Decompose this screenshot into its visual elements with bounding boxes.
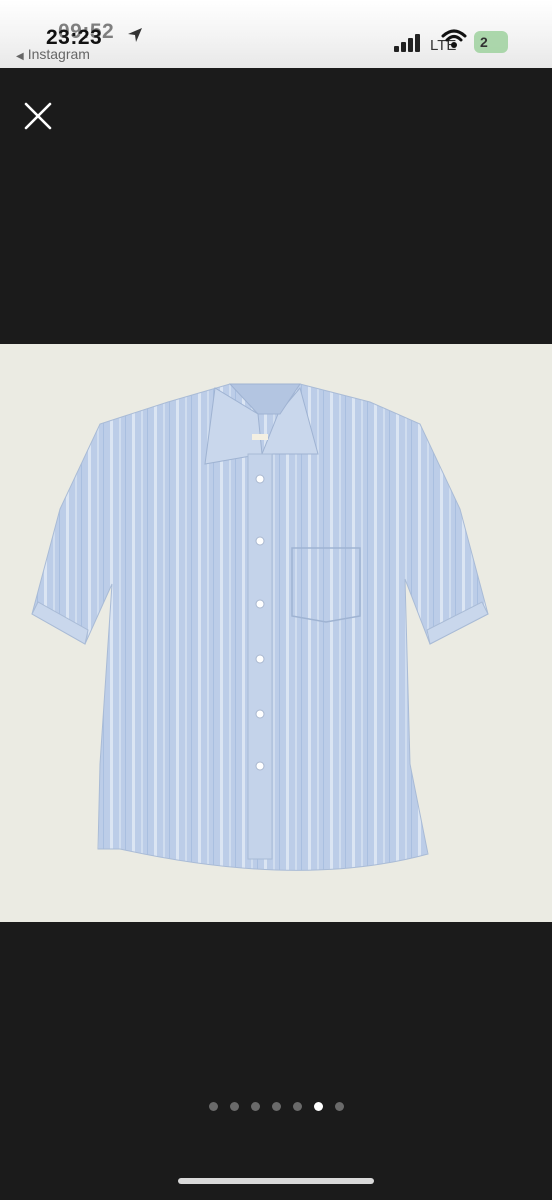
page-dot[interactable] <box>229 1102 239 1111</box>
signal-bars-icon <box>394 34 420 52</box>
status-time-overlay: 09:52 <box>58 20 115 43</box>
home-indicator[interactable] <box>178 1178 374 1184</box>
notification-count: 2 <box>480 34 488 50</box>
back-to-app-link[interactable]: ◀ Instagram <box>16 46 90 62</box>
page-dot-active[interactable] <box>313 1102 323 1111</box>
product-photo[interactable] <box>0 344 552 922</box>
shirt-illustration <box>31 383 489 871</box>
close-icon[interactable] <box>22 100 54 132</box>
back-app-label: Instagram <box>27 46 90 62</box>
wifi-icon <box>441 29 467 48</box>
status-bar: 23:23 09:52 ◀ Instagram LTE 2 <box>0 0 552 68</box>
page-dot[interactable] <box>292 1102 302 1111</box>
page-dot[interactable] <box>334 1102 344 1111</box>
back-triangle-icon: ◀ <box>16 51 24 62</box>
battery-icon: 2 <box>474 31 508 53</box>
location-arrow-icon <box>128 28 142 42</box>
page-indicator[interactable] <box>0 1102 552 1116</box>
page-dot[interactable] <box>271 1102 281 1111</box>
page-dot[interactable] <box>250 1102 260 1111</box>
page-dot[interactable] <box>208 1102 218 1111</box>
